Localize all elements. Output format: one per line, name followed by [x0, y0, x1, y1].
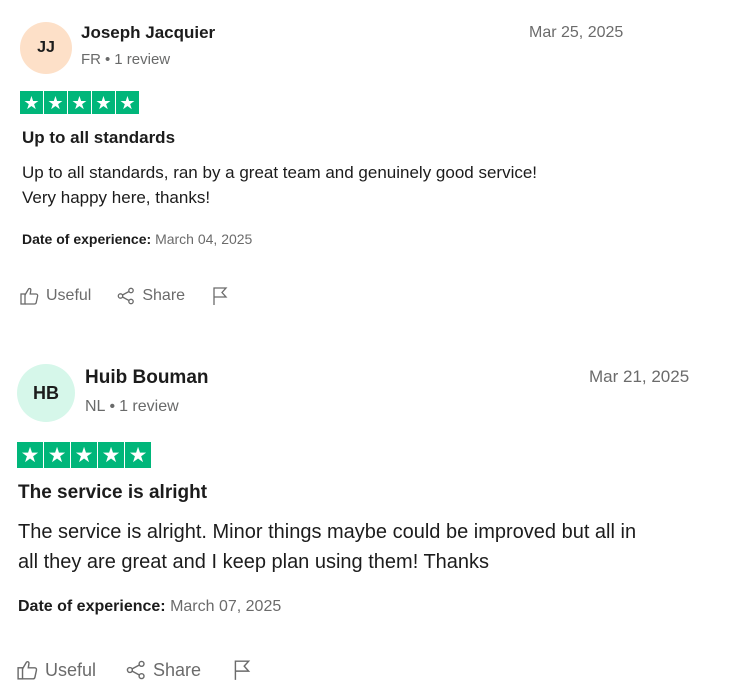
share-label: Share — [142, 287, 186, 304]
reviewer-meta: NL • 1 review — [85, 398, 179, 416]
review-body-line: all they are great and I keep plan using… — [18, 551, 490, 573]
review-body: Up to all standards, ran by a great team… — [22, 160, 642, 210]
star-rating: ★ ★ ★ ★ ★ — [20, 91, 140, 114]
reviewer-country: FR — [81, 51, 101, 68]
star-icon: ★ — [116, 91, 139, 114]
useful-button[interactable]: Useful — [20, 287, 91, 305]
reviewer-meta: FR • 1 review — [81, 51, 170, 68]
review-actions: Useful Share — [17, 659, 251, 681]
experience-date: March 07, 2025 — [170, 598, 282, 615]
review-title[interactable]: Up to all standards — [22, 128, 175, 148]
useful-label: Useful — [46, 287, 92, 304]
share-label: Share — [153, 659, 202, 680]
star-icon: ★ — [17, 442, 43, 468]
experience-label: Date of experience: — [22, 231, 152, 247]
thumbs-up-icon — [17, 661, 38, 680]
star-icon: ★ — [125, 442, 151, 468]
review-body-line: Very happy here, thanks! — [22, 188, 211, 207]
star-icon: ★ — [71, 442, 97, 468]
share-icon — [126, 660, 145, 680]
date-of-experience: Date of experience: March 04, 2025 — [22, 231, 252, 247]
meta-separator: • — [109, 398, 116, 415]
useful-button[interactable]: Useful — [17, 660, 96, 681]
report-button[interactable] — [233, 659, 251, 681]
useful-label: Useful — [45, 659, 97, 680]
meta-separator: • — [105, 51, 111, 68]
review-body-line: The service is alright. Minor things may… — [18, 521, 637, 543]
avatar[interactable]: JJ — [20, 22, 72, 74]
review-title[interactable]: The service is alright — [18, 482, 207, 504]
flag-icon — [213, 287, 228, 305]
star-icon: ★ — [98, 442, 124, 468]
reviewer-name[interactable]: Joseph Jacquier — [81, 23, 215, 43]
review-count: 1 review — [114, 51, 171, 68]
report-button[interactable] — [212, 286, 228, 306]
review-body: The service is alright. Minor things may… — [18, 517, 708, 577]
star-icon: ★ — [44, 442, 70, 468]
experience-label: Date of experience: — [18, 598, 166, 615]
review-body-line: Up to all standards, ran by a great team… — [22, 163, 538, 182]
reviewer-country: NL — [85, 398, 106, 415]
date-of-experience: Date of experience: March 07, 2025 — [18, 598, 281, 616]
share-button[interactable]: Share — [117, 287, 185, 305]
share-icon — [118, 287, 135, 305]
star-icon: ★ — [68, 91, 91, 114]
reviewer-name[interactable]: Huib Bouman — [85, 367, 209, 389]
star-rating: ★ ★ ★ ★ ★ — [17, 442, 152, 468]
thumbs-up-icon — [20, 287, 39, 305]
review-count: 1 review — [119, 398, 179, 415]
star-icon: ★ — [44, 91, 67, 114]
review-date: Mar 21, 2025 — [589, 367, 690, 386]
experience-date: March 04, 2025 — [155, 231, 253, 247]
review-actions: Useful Share — [20, 286, 228, 306]
avatar[interactable]: HB — [17, 364, 75, 422]
review-date: Mar 25, 2025 — [529, 24, 624, 41]
share-button[interactable]: Share — [126, 660, 201, 681]
star-icon: ★ — [92, 91, 115, 114]
flag-icon — [234, 660, 251, 680]
star-icon: ★ — [20, 91, 43, 114]
